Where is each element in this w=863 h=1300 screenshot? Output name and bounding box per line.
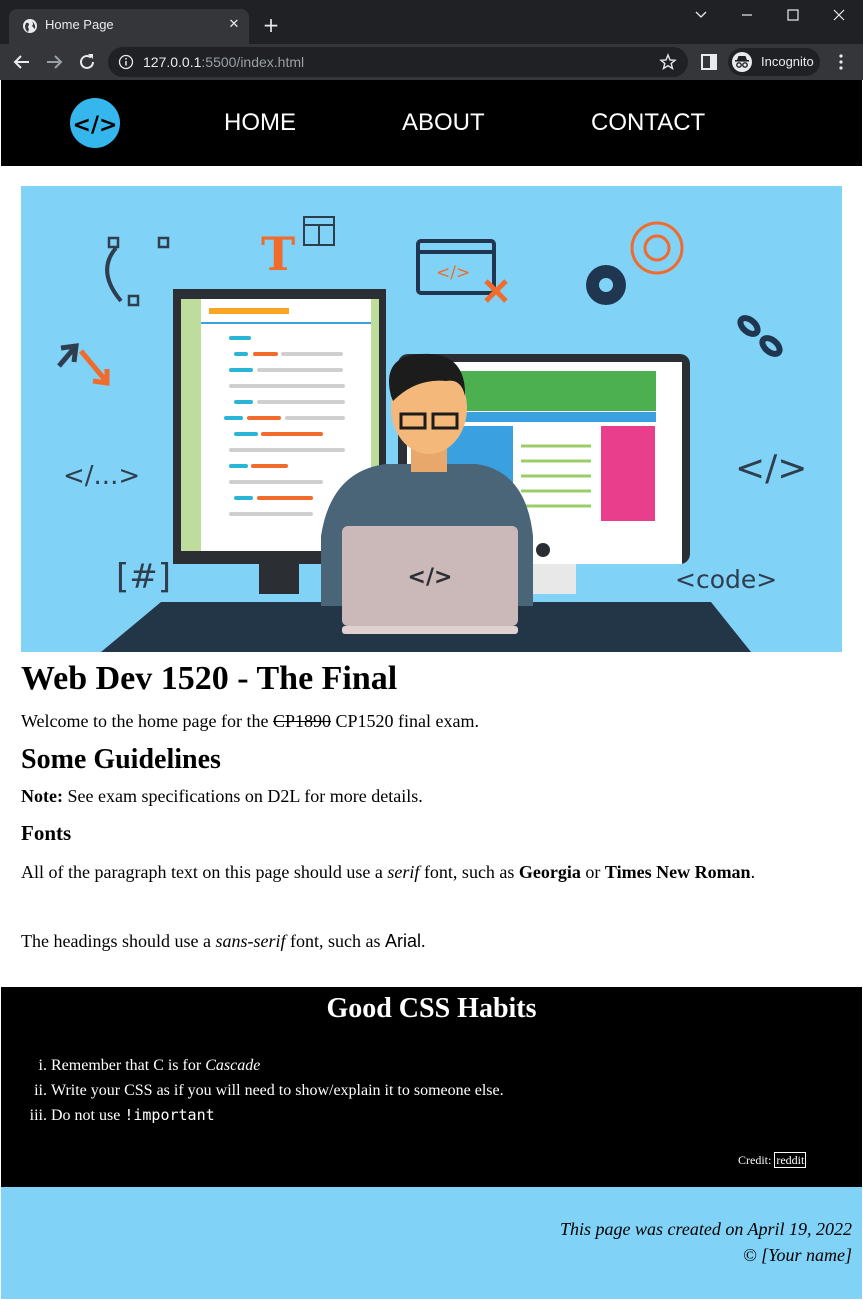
code-logo[interactable]: </> [70,98,120,148]
close-tab-icon[interactable]: ✕ [225,16,243,34]
layout-icon [303,216,335,246]
list-item: Write your CSS as if you will need to sh… [51,1078,504,1103]
tab-title: Home Page [45,17,114,32]
page-footer: This page was created on April 19, 2022 … [1,1187,862,1299]
welcome-paragraph: Welcome to the home page for the CP1890 … [21,711,479,731]
bookmark-star-icon[interactable] [659,53,677,71]
css-habits-list: Remember that C is for Cascade Write you… [51,1053,504,1128]
fonts-paragraph-serif: All of the paragraph text on this page s… [21,862,756,882]
globe-icon [23,19,37,33]
new-tab-button[interactable]: + [260,14,282,36]
minimize-icon[interactable] [732,4,762,26]
guidelines-heading: Some Guidelines [21,744,221,775]
reddit-link[interactable]: reddit [774,1152,807,1168]
svg-text:</>: </> [408,565,453,590]
back-arrow-icon[interactable] [10,50,34,74]
list-item: Remember that C is for Cascade [51,1053,504,1078]
svg-text:</>: </> [73,113,118,138]
laptop-illustration: </> [342,526,518,634]
code-tag-text: </> [735,448,807,489]
site-info-icon[interactable] [118,54,134,70]
link-chain-icon [737,315,783,357]
text-tool-icon: T [261,227,295,281]
created-date-text: This page was created on April 19, 2022 [560,1219,852,1239]
fonts-paragraph-sans: The headings should use a sans-serif fon… [21,931,426,951]
nav-link-contact[interactable]: CONTACT [591,109,705,137]
page-title: Web Dev 1520 - The Final [21,660,398,697]
reload-icon[interactable] [75,50,99,74]
nav-link-home[interactable]: HOME [224,109,296,137]
gear-solid-icon [586,265,626,305]
maximize-icon[interactable] [778,4,808,26]
side-panel-icon[interactable] [700,53,718,71]
tab-home-page[interactable]: Home Page ✕ [9,9,249,44]
copyright-text: © [Your name] [742,1245,852,1265]
close-window-icon[interactable] [824,4,854,26]
nav-link-about[interactable]: ABOUT [402,109,485,137]
resize-arrows-icon [57,343,110,386]
credit-line: Credit: reddit [738,1152,807,1168]
list-item: Do not use !important [51,1103,504,1128]
pen-tool-icon [105,236,170,307]
url-text: 127.0.0.1:5500/index.html [143,54,305,70]
incognito-icon [732,52,752,72]
forward-arrow-icon[interactable] [42,50,66,74]
note-paragraph: Note: See exam specifications on D2L for… [21,786,423,806]
page-viewport: </> HOME ABOUT CONTACT T </> </...> </> … [1,80,862,1299]
gear-outline-icon [630,221,684,275]
svg-text:</>: </> [436,263,470,283]
browser-chrome: Home Page ✕ + 127.0.0.1:5500/index.html … [0,0,863,80]
browser-menu-icon[interactable] [834,52,848,72]
hash-tag-text: [#] [116,557,171,597]
address-bar[interactable]: 127.0.0.1:5500/index.html [108,47,688,77]
incognito-label: Incognito [761,54,814,69]
struck-course-code: CP1890 [272,711,331,731]
fonts-heading: Fonts [21,821,72,845]
tab-search-chevron-icon[interactable] [686,4,716,26]
code-window-icon: </> [416,239,508,303]
incognito-badge[interactable]: Incognito [728,48,820,76]
hero-illustration: T </> </...> </> [#] <code> </> [21,186,842,652]
site-nav: </> HOME ABOUT CONTACT [1,80,862,166]
css-habits-section: Good CSS Habits Remember that C is for C… [1,987,862,1187]
ellipsis-tag-text: </...> [63,461,140,491]
browser-toolbar: 127.0.0.1:5500/index.html Incognito [0,44,863,80]
css-habits-heading: Good CSS Habits [326,993,537,1024]
tab-strip: Home Page ✕ + [0,0,863,44]
code-word-text: <code> [675,565,777,594]
